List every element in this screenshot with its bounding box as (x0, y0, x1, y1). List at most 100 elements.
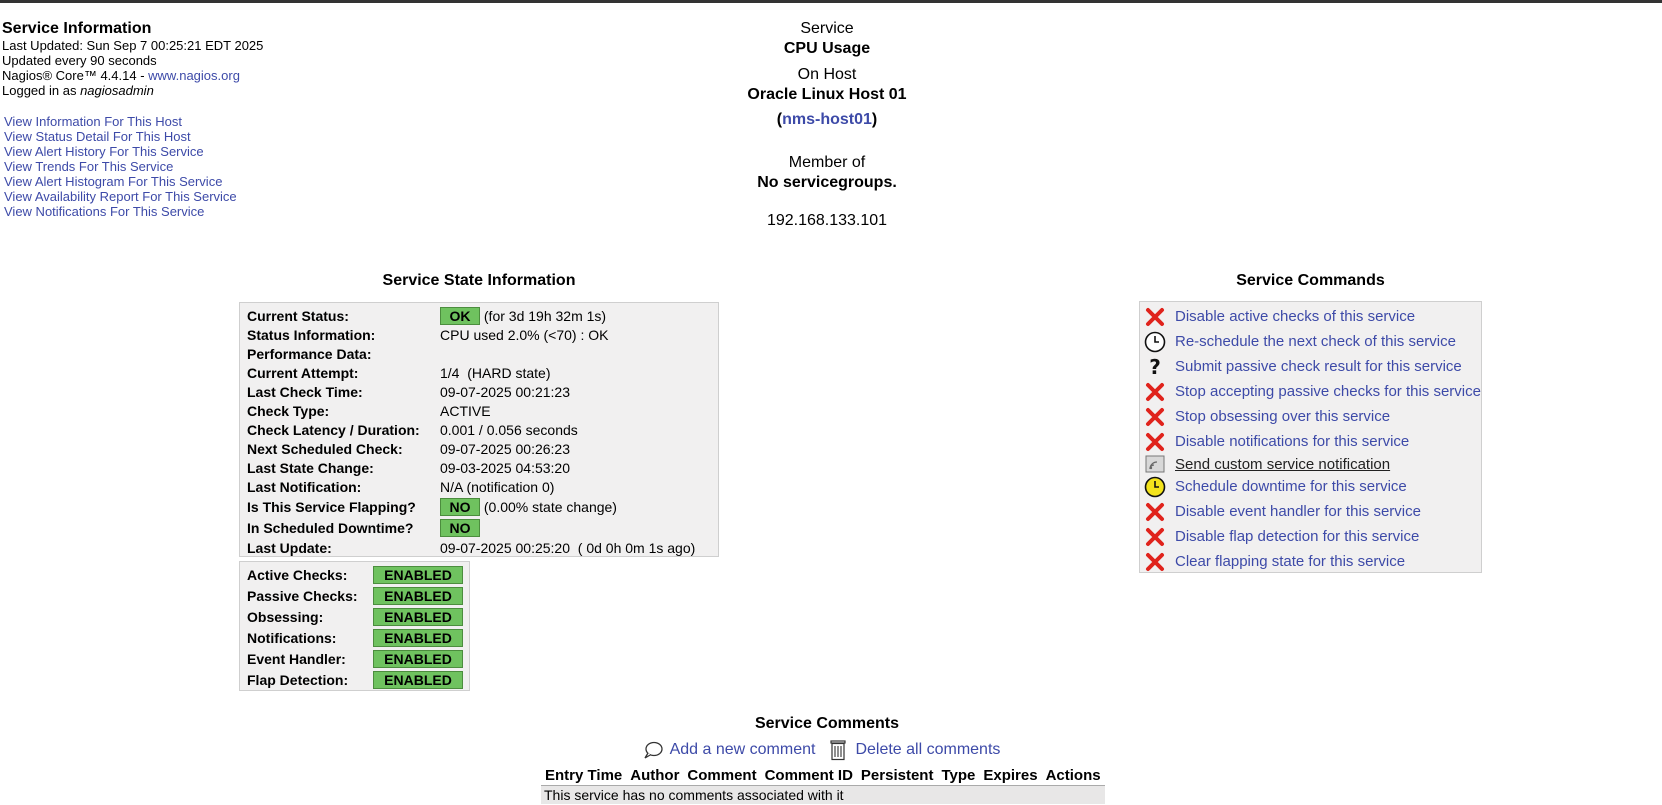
link-host-status[interactable]: View Status Detail For This Host (4, 129, 237, 144)
state-value: 1/4 (HARD state) (440, 364, 551, 381)
cmd-link[interactable]: Clear flapping state for this service (1175, 553, 1405, 570)
enabled-row: Passive Checks: ENABLED (246, 585, 464, 606)
enabled-badge: ENABLED (373, 607, 463, 626)
update-interval: Updated every 90 seconds (2, 53, 157, 68)
enabled-row: Active Checks: ENABLED (246, 564, 464, 585)
state-value: CPU used 2.0% (<70) : OK (440, 326, 609, 343)
view-links: View Information For This Host View Stat… (4, 114, 237, 219)
cmd-link[interactable]: Schedule downtime for this service (1175, 478, 1407, 495)
col-header: Persistent (856, 766, 938, 786)
comments-header-row: Entry Time Author Comment Comment ID Per… (541, 766, 1105, 786)
cmd-disable-event-handler[interactable]: Disable event handler for this service (1140, 499, 1481, 524)
state-row: Next Scheduled Check: 09-07-2025 00:26:23 (246, 439, 695, 458)
red-x-icon (1143, 381, 1167, 403)
state-label: Next Scheduled Check: (247, 440, 403, 457)
add-comment-link[interactable]: Add a new comment (670, 741, 816, 759)
link-host-info[interactable]: View Information For This Host (4, 114, 237, 129)
cmd-link[interactable]: Stop obsessing over this service (1175, 408, 1390, 425)
state-row: Performance Data: (246, 344, 695, 363)
red-x-icon (1143, 431, 1167, 453)
host-name: Oracle Linux Host 01 (747, 86, 907, 103)
link-alert-history[interactable]: View Alert History For This Service (4, 144, 237, 159)
cmd-reschedule-check[interactable]: Re-schedule the next check of this servi… (1140, 329, 1481, 354)
cmd-link[interactable]: Disable notifications for this service (1175, 433, 1409, 450)
state-label: Last State Change: (247, 459, 374, 476)
host-link[interactable]: nms-host01 (782, 111, 872, 128)
red-x-icon (1143, 551, 1167, 573)
logged-in-prefix: Logged in as (2, 83, 81, 98)
enabled-badge: ENABLED (373, 649, 463, 668)
enabled-row: Flap Detection: ENABLED (246, 669, 464, 690)
flapping-badge: NO (440, 497, 480, 516)
nagios-link[interactable]: www.nagios.org (148, 68, 240, 83)
enabled-badge: ENABLED (373, 586, 463, 605)
cmd-stop-obsessing[interactable]: Stop obsessing over this service (1140, 404, 1481, 429)
enabled-table: Active Checks: ENABLED Passive Checks: ENA… (239, 561, 470, 691)
cmd-disable-notifications[interactable]: Disable notifications for this service (1140, 429, 1481, 454)
state-table: Current Status: OK (for 3d 19h 32m 1s) St… (239, 302, 719, 557)
service-header: Service CPU Usage On Host Oracle Linux H… (640, 19, 1014, 230)
no-comments-text: This service has no comments associated … (541, 785, 1105, 804)
version-line: Nagios® Core™ 4.4.14 - www.nagios.org (2, 68, 263, 83)
state-title: Service State Information (382, 272, 576, 289)
state-value: 09-07-2025 00:21:23 (440, 383, 570, 400)
enabled-label: Flap Detection: (247, 671, 349, 688)
cmd-clear-flapping[interactable]: Clear flapping state for this service (1140, 549, 1481, 574)
state-row: Is This Service Flapping? NO (0.00% state… (246, 496, 695, 517)
link-trends[interactable]: View Trends For This Service (4, 159, 237, 174)
delete-comments-link[interactable]: Delete all comments (855, 741, 1000, 759)
member-value: No servicegroups. (757, 174, 897, 191)
state-label: Last Check Time: (247, 383, 363, 400)
comment-actions: Add a new comment Delete all comments (640, 739, 1014, 761)
state-row: Last Check Time: 09-07-2025 00:21:23 (246, 382, 695, 401)
cmd-link[interactable]: Re-schedule the next check of this servi… (1175, 333, 1456, 350)
state-value: 09-07-2025 00:25:20 ( 0d 0h 0m 1s ago) (440, 539, 696, 556)
cmd-link[interactable]: Send custom service notification (1175, 456, 1390, 473)
link-notifications[interactable]: View Notifications For This Service (4, 204, 237, 219)
host-address: 192.168.133.101 (766, 212, 888, 229)
enabled-badge: ENABLED (373, 628, 463, 647)
cmd-send-notification[interactable]: Send custom service notification (1140, 454, 1481, 474)
state-row: Check Type: ACTIVE (246, 401, 695, 420)
enabled-row: Obsessing: ENABLED (246, 606, 464, 627)
cmd-link[interactable]: Disable active checks of this service (1175, 308, 1415, 325)
state-row: Last State Change: 09-03-2025 04:53:20 (246, 458, 695, 477)
state-label: Last Update: (247, 539, 332, 556)
state-label: Check Latency / Duration: (247, 421, 420, 438)
red-x-icon (1143, 406, 1167, 428)
state-row: Status Information: CPU used 2.0% (<70) :… (246, 325, 695, 344)
last-updated: Last Updated: Sun Sep 7 00:25:21 EDT 202… (2, 38, 264, 53)
cmd-schedule-downtime[interactable]: Schedule downtime for this service (1140, 474, 1481, 499)
cmd-disable-flap-detection[interactable]: Disable flap detection for this service (1140, 524, 1481, 549)
col-header: Comment (683, 766, 761, 786)
cmd-link[interactable]: Disable event handler for this service (1175, 503, 1421, 520)
question-icon: ? (1143, 356, 1167, 378)
cmd-disable-active-checks[interactable]: Disable active checks of this service (1140, 304, 1481, 329)
host-link-line: (nms-host01) (776, 111, 878, 128)
state-label: Current Status: (247, 307, 349, 324)
state-row: In Scheduled Downtime? NO (246, 517, 695, 538)
cmd-link[interactable]: Disable flap detection for this service (1175, 528, 1419, 545)
enabled-label: Obsessing: (247, 608, 324, 625)
col-header: Expires (979, 766, 1042, 786)
cmd-submit-passive[interactable]: ? Submit passive check result for this s… (1140, 354, 1481, 379)
info-title: Service Information (2, 20, 152, 37)
cmd-stop-passive[interactable]: Stop accepting passive checks for this s… (1140, 379, 1481, 404)
state-row: Current Status: OK (for 3d 19h 32m 1s) (246, 306, 695, 325)
cmd-link[interactable]: Submit passive check result for this ser… (1175, 358, 1462, 375)
cmd-link[interactable]: Stop accepting passive checks for this s… (1175, 383, 1481, 400)
comments-title: Service Comments (754, 715, 900, 732)
commands-box: Disable active checks of this service Re… (1139, 301, 1482, 573)
link-availability[interactable]: View Availability Report For This Servic… (4, 189, 237, 204)
state-label: Current Attempt: (247, 364, 359, 381)
state-value: 09-03-2025 04:53:20 (440, 459, 570, 476)
state-row: Current Attempt: 1/4 (HARD state) (246, 363, 695, 382)
host-label: On Host (797, 66, 857, 83)
downtime-badge: NO (440, 518, 480, 537)
comment-bubble-icon (642, 739, 664, 761)
link-alert-histogram[interactable]: View Alert Histogram For This Service (4, 174, 237, 189)
state-label: In Scheduled Downtime? (247, 519, 414, 536)
version-text: Nagios® Core™ 4.4.14 - (2, 68, 149, 83)
state-row: Last Update: 09-07-2025 00:25:20 ( 0d 0h … (246, 538, 695, 557)
col-header: Comment ID (760, 766, 857, 786)
